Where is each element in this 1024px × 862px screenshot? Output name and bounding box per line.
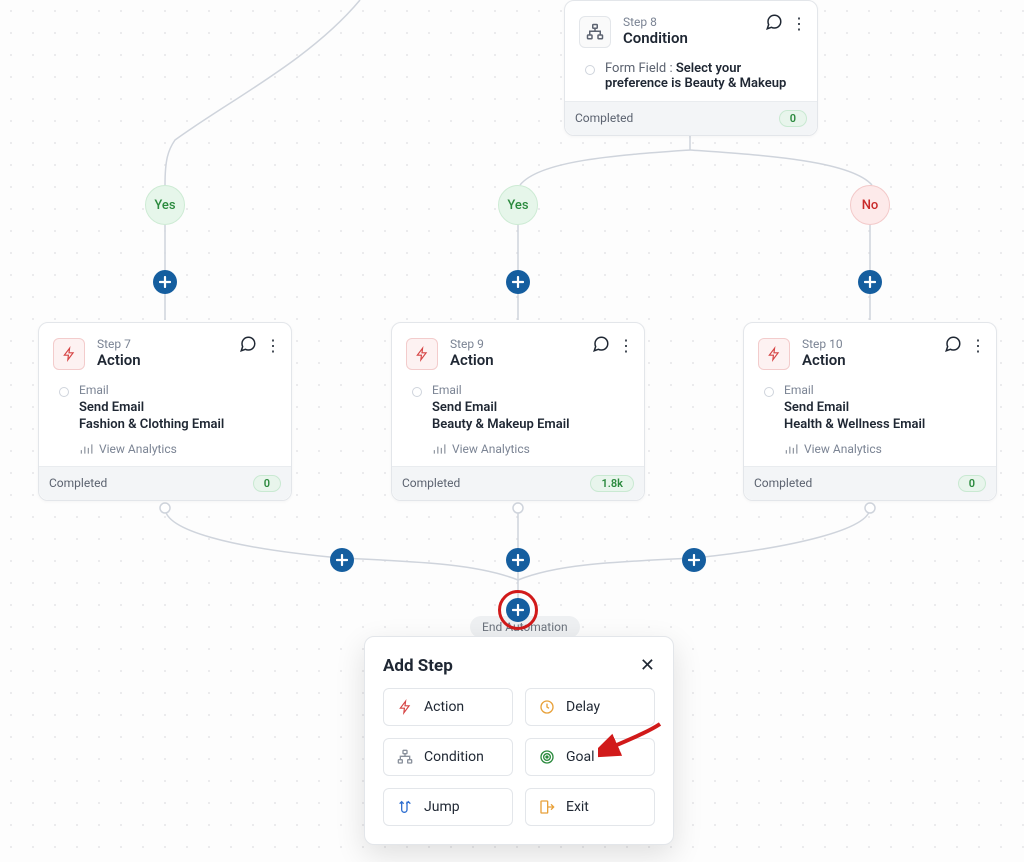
action-card[interactable]: Step 9 Action ⋮ Email Send Email Beauty …	[391, 322, 645, 501]
jump-icon	[396, 799, 414, 815]
flash-icon	[406, 338, 438, 370]
option-jump[interactable]: Jump	[383, 788, 513, 826]
action-line: Health & Wellness Email	[784, 416, 982, 434]
option-exit[interactable]: Exit	[525, 788, 655, 826]
more-icon[interactable]: ⋮	[265, 338, 281, 354]
action-line: Fashion & Clothing Email	[79, 416, 277, 434]
add-step-button-highlighted[interactable]	[506, 598, 530, 622]
count-badge: 1.8k	[590, 475, 634, 492]
completed-label: Completed	[49, 476, 107, 490]
completed-label: Completed	[754, 476, 812, 490]
more-icon[interactable]: ⋮	[970, 338, 986, 354]
type-label: Email	[79, 383, 277, 397]
count-badge: 0	[253, 475, 281, 492]
view-analytics-link[interactable]: View Analytics	[53, 442, 277, 456]
action-line: Beauty & Makeup Email	[432, 416, 630, 434]
action-card[interactable]: Step 10 Action ⋮ Email Send Email Health…	[743, 322, 997, 501]
branch-icon	[396, 749, 414, 765]
add-step-button[interactable]	[858, 270, 882, 294]
branch-icon	[579, 16, 611, 48]
option-goal[interactable]: Goal	[525, 738, 655, 776]
condition-text: Form Field : Select your preference is B…	[605, 61, 803, 91]
add-step-button[interactable]	[506, 270, 530, 294]
add-step-button[interactable]	[506, 548, 530, 572]
flash-icon	[758, 338, 790, 370]
add-step-popover: Add Step ✕ Action Delay Condition Goal	[364, 636, 674, 845]
more-icon[interactable]: ⋮	[791, 16, 807, 32]
clock-icon	[538, 699, 556, 715]
yes-badge: Yes	[498, 185, 538, 225]
comment-icon[interactable]	[765, 13, 783, 35]
flash-icon	[396, 699, 414, 715]
completed-label: Completed	[575, 111, 633, 125]
completed-label: Completed	[402, 476, 460, 490]
type-label: Email	[432, 383, 630, 397]
target-icon	[538, 749, 556, 765]
comment-icon[interactable]	[944, 335, 962, 357]
action-card[interactable]: Step 7 Action ⋮ Email Send Email Fashion…	[38, 322, 292, 501]
more-icon[interactable]: ⋮	[618, 338, 634, 354]
comment-icon[interactable]	[239, 335, 257, 357]
add-step-button[interactable]	[153, 270, 177, 294]
condition-card[interactable]: Step 8 Condition ⋮ Form Field : Select y…	[564, 0, 818, 136]
view-analytics-link[interactable]: View Analytics	[406, 442, 630, 456]
comment-icon[interactable]	[592, 335, 610, 357]
action-line: Send Email	[784, 399, 982, 417]
type-label: Email	[784, 383, 982, 397]
close-icon[interactable]: ✕	[640, 655, 655, 676]
action-line: Send Email	[79, 399, 277, 417]
no-badge: No	[850, 185, 890, 225]
count-badge: 0	[958, 475, 986, 492]
add-step-button[interactable]	[682, 548, 706, 572]
add-step-button[interactable]	[330, 548, 354, 572]
option-delay[interactable]: Delay	[525, 688, 655, 726]
flash-icon	[53, 338, 85, 370]
exit-icon	[538, 799, 556, 815]
view-analytics-link[interactable]: View Analytics	[758, 442, 982, 456]
option-condition[interactable]: Condition	[383, 738, 513, 776]
count-badge: 0	[779, 110, 807, 127]
action-line: Send Email	[432, 399, 630, 417]
popover-title: Add Step	[383, 656, 453, 676]
yes-badge: Yes	[145, 185, 185, 225]
option-action[interactable]: Action	[383, 688, 513, 726]
